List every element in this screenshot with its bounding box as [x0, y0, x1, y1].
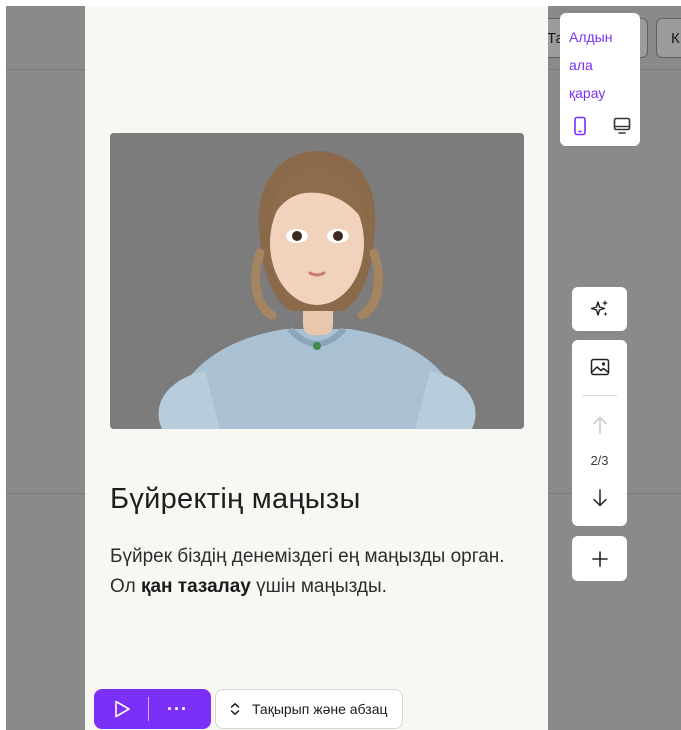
- bg-toolbar-button-label: К: [671, 30, 680, 47]
- preview-label-line: ала: [569, 57, 593, 73]
- add-slide-button[interactable]: [572, 536, 627, 581]
- avatar-image: [110, 133, 524, 429]
- panel-divider: [582, 395, 617, 396]
- slide-navigation-panel: 2/3: [572, 340, 627, 526]
- preview-label-line: қарау: [569, 85, 606, 101]
- slide-paragraph: Бүйрек біздің денеміздегі ең маңызды орг…: [110, 542, 530, 602]
- slide-title: Бүйректің маңызы: [110, 483, 361, 515]
- bg-toolbar-button: К: [656, 18, 681, 58]
- magic-design-button[interactable]: [572, 287, 627, 331]
- plus-icon: [591, 550, 608, 567]
- toolbar-separator: [148, 697, 149, 721]
- play-icon[interactable]: [112, 699, 132, 719]
- desktop-icon[interactable]: [613, 116, 631, 136]
- avatar-illustration: [110, 133, 524, 429]
- chevron-up-down-icon: [230, 703, 240, 715]
- layout-selector-button[interactable]: Тақырып және абзац: [215, 689, 403, 729]
- layout-selector-label: Тақырып және абзац: [252, 701, 388, 717]
- preview-panel: Алдын ала қарау: [560, 13, 640, 146]
- slide-card: Бүйректің маңызы Бүйрек біздің денемізде…: [85, 6, 548, 730]
- paragraph-text: үшін маңызды.: [250, 576, 387, 597]
- page-indicator: 2/3: [590, 453, 609, 468]
- image-icon: [590, 358, 609, 376]
- sparkle-icon: [590, 300, 608, 316]
- play-controls: ···: [94, 689, 211, 729]
- previous-slide-button[interactable]: [572, 415, 627, 435]
- next-slide-button[interactable]: [572, 488, 627, 508]
- more-options-button[interactable]: ···: [167, 700, 188, 718]
- insert-image-button[interactable]: [572, 358, 627, 376]
- preview-label-line: Алдын: [569, 29, 613, 45]
- bottom-toolbar: ··· Тақырып және абзац: [94, 689, 403, 729]
- preview-device-toggle: [571, 116, 631, 136]
- arrow-down-icon: [592, 489, 607, 507]
- mobile-icon[interactable]: [571, 116, 589, 136]
- arrow-up-icon: [592, 416, 607, 434]
- paragraph-bold-text: қан тазалау: [140, 576, 251, 597]
